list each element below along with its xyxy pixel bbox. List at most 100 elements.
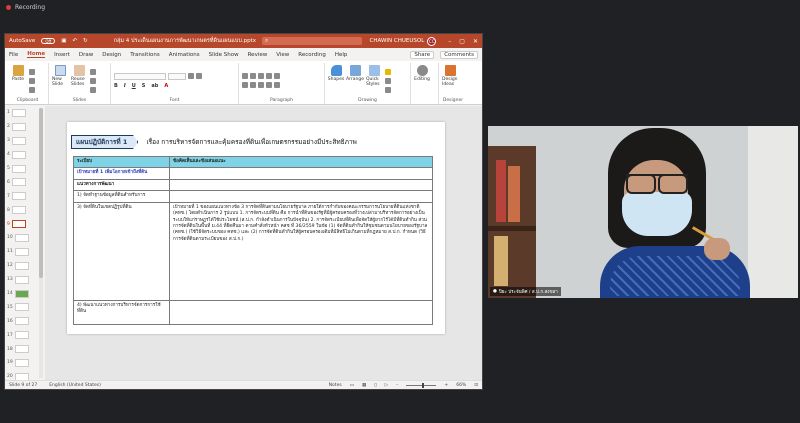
slide-thumbnail[interactable]: 7 xyxy=(5,189,37,203)
notes-button[interactable]: Notes xyxy=(329,383,342,388)
layout-icon[interactable] xyxy=(90,68,96,75)
slideshow-icon[interactable]: ▷ xyxy=(385,383,388,388)
save-icon[interactable]: ▣ xyxy=(61,38,66,44)
indent-less-icon[interactable] xyxy=(258,73,264,79)
tab-file[interactable]: File xyxy=(9,52,18,58)
tab-view[interactable]: View xyxy=(276,52,289,58)
align-center-icon[interactable] xyxy=(250,82,256,88)
slide[interactable]: แผนปฏิบัติการที่ 1 เรื่อง การบริหารจัดกา… xyxy=(67,122,445,334)
slide-thumbnail[interactable]: 18 xyxy=(5,342,37,356)
reset-icon[interactable] xyxy=(90,77,96,84)
normal-view-icon[interactable]: ▭ xyxy=(350,383,354,388)
shadow-icon[interactable]: ab xyxy=(151,83,158,89)
align-left-icon[interactable] xyxy=(242,82,248,88)
slide-thumbnail[interactable]: 17 xyxy=(5,328,37,342)
slide-thumbnail[interactable]: 1 xyxy=(5,106,37,120)
slide-thumbnail[interactable]: 6 xyxy=(5,175,37,189)
slide-thumbnail-active[interactable]: 9 xyxy=(5,217,37,231)
shapes-button[interactable]: Shapes xyxy=(328,65,344,96)
tab-design[interactable]: Design xyxy=(102,52,121,58)
slide-thumbnail[interactable]: 10 xyxy=(5,231,37,245)
slide-thumbnail[interactable]: 4 xyxy=(5,148,37,162)
cut-icon[interactable] xyxy=(29,68,35,75)
slide-subject[interactable]: เรื่อง การบริหารจัดการและคุ้มครองที่ดินเ… xyxy=(146,137,356,147)
paste-button[interactable]: Paste xyxy=(10,65,26,96)
undo-icon[interactable]: ↶ xyxy=(72,38,77,44)
shape-fill-icon[interactable] xyxy=(385,68,391,75)
new-slide-button[interactable]: New Slide xyxy=(52,65,68,96)
user-account[interactable]: CHAWIN CHUEUSOL CC xyxy=(370,36,437,46)
fit-slide-icon[interactable]: ⊡ xyxy=(474,383,478,388)
justify-icon[interactable] xyxy=(266,82,272,88)
plan-table[interactable]: ระเบียบ ข้อคิดเห็นและข้อเสนอแนะ เป้าหมาย… xyxy=(73,155,433,325)
font-color-icon[interactable]: A xyxy=(164,83,168,89)
slide-sorter-icon[interactable]: ▦ xyxy=(362,383,366,388)
underline-icon[interactable]: U xyxy=(132,83,136,89)
bold-icon[interactable]: B xyxy=(114,83,118,89)
font-size-select[interactable] xyxy=(168,72,186,80)
reading-view-icon[interactable]: ▯ xyxy=(374,383,376,388)
reuse-slides-button[interactable]: Reuse Slides xyxy=(71,65,87,96)
thumbnail-scrollbar[interactable] xyxy=(39,108,43,378)
tab-insert[interactable]: Insert xyxy=(54,52,70,58)
tab-review[interactable]: Review xyxy=(248,52,268,58)
section-icon[interactable] xyxy=(90,86,96,93)
share-button[interactable]: Share xyxy=(410,50,435,59)
tab-animations[interactable]: Animations xyxy=(169,52,200,58)
slide-thumbnail[interactable]: 8 xyxy=(5,203,37,217)
quick-styles-button[interactable]: Quick Styles xyxy=(366,65,382,96)
slide-thumbnail[interactable]: 12 xyxy=(5,259,37,273)
autosave-toggle[interactable]: Off xyxy=(41,38,56,44)
arrange-button[interactable]: Arrange xyxy=(346,65,364,96)
minimize-icon[interactable]: – xyxy=(448,38,451,45)
maximize-icon[interactable]: ▢ xyxy=(459,38,465,45)
tab-home[interactable]: Home xyxy=(27,51,46,58)
slide-thumbnail[interactable]: 3 xyxy=(5,134,37,148)
align-right-icon[interactable] xyxy=(258,82,264,88)
numbering-icon[interactable] xyxy=(250,73,256,79)
redo-icon[interactable]: ↻ xyxy=(83,38,88,44)
design-ideas-button[interactable]: Design Ideas xyxy=(442,65,458,96)
plan-tag[interactable]: แผนปฏิบัติการที่ 1 xyxy=(71,135,139,149)
shape-outline-icon[interactable] xyxy=(385,77,391,84)
participant-video[interactable]: ● ปิยะ ประจันพิศ / ส.ป.ก.สงขลา xyxy=(488,126,798,298)
format-painter-icon[interactable] xyxy=(29,86,35,93)
slide-thumbnail[interactable]: 16 xyxy=(5,314,37,328)
zoom-out-icon[interactable]: – xyxy=(396,383,398,388)
language-status[interactable]: English (United States) xyxy=(49,383,101,388)
search-box[interactable]: ⌕ xyxy=(262,37,363,45)
shape-effects-icon[interactable] xyxy=(385,86,391,93)
hand xyxy=(704,238,730,260)
slide-thumbnail[interactable]: 2 xyxy=(5,120,37,134)
columns-icon[interactable] xyxy=(274,82,280,88)
indent-more-icon[interactable] xyxy=(266,73,272,79)
strikethrough-icon[interactable]: S xyxy=(142,83,146,89)
close-icon[interactable]: ✕ xyxy=(473,38,478,45)
tab-draw[interactable]: Draw xyxy=(79,52,93,58)
tab-help[interactable]: Help xyxy=(335,52,348,58)
shrink-font-icon[interactable] xyxy=(196,72,202,79)
editing-button[interactable]: Editing xyxy=(414,65,430,96)
find-icon xyxy=(416,65,428,76)
italic-icon[interactable]: I xyxy=(124,83,126,89)
slide-thumbnail[interactable]: 19 xyxy=(5,356,37,370)
slide-thumbnail[interactable]: 15 xyxy=(5,300,37,314)
zoom-level[interactable]: 66% xyxy=(456,383,466,388)
slide-thumbnail[interactable]: 11 xyxy=(5,245,37,259)
grow-font-icon[interactable] xyxy=(188,72,194,79)
font-name-select[interactable] xyxy=(114,72,166,80)
slide-thumbnail[interactable]: 5 xyxy=(5,162,37,176)
tab-transitions[interactable]: Transitions xyxy=(130,52,159,58)
comments-button[interactable]: Comments xyxy=(440,50,478,59)
zoom-slider[interactable] xyxy=(406,382,437,388)
slide-thumbnail[interactable]: 13 xyxy=(5,273,37,287)
line-spacing-icon[interactable] xyxy=(274,73,280,79)
tab-slide-show[interactable]: Slide Show xyxy=(209,52,239,58)
tab-recording[interactable]: Recording xyxy=(298,52,326,58)
slide-thumbnail[interactable]: 14 xyxy=(5,287,37,301)
zoom-in-icon[interactable]: + xyxy=(444,383,448,388)
scrollbar-thumb[interactable] xyxy=(39,108,43,278)
copy-icon[interactable] xyxy=(29,77,35,84)
bullets-icon[interactable] xyxy=(242,73,248,79)
table-cell: 3) จัดที่ดินในเขตปฏิรูปที่ดิน xyxy=(73,201,170,301)
